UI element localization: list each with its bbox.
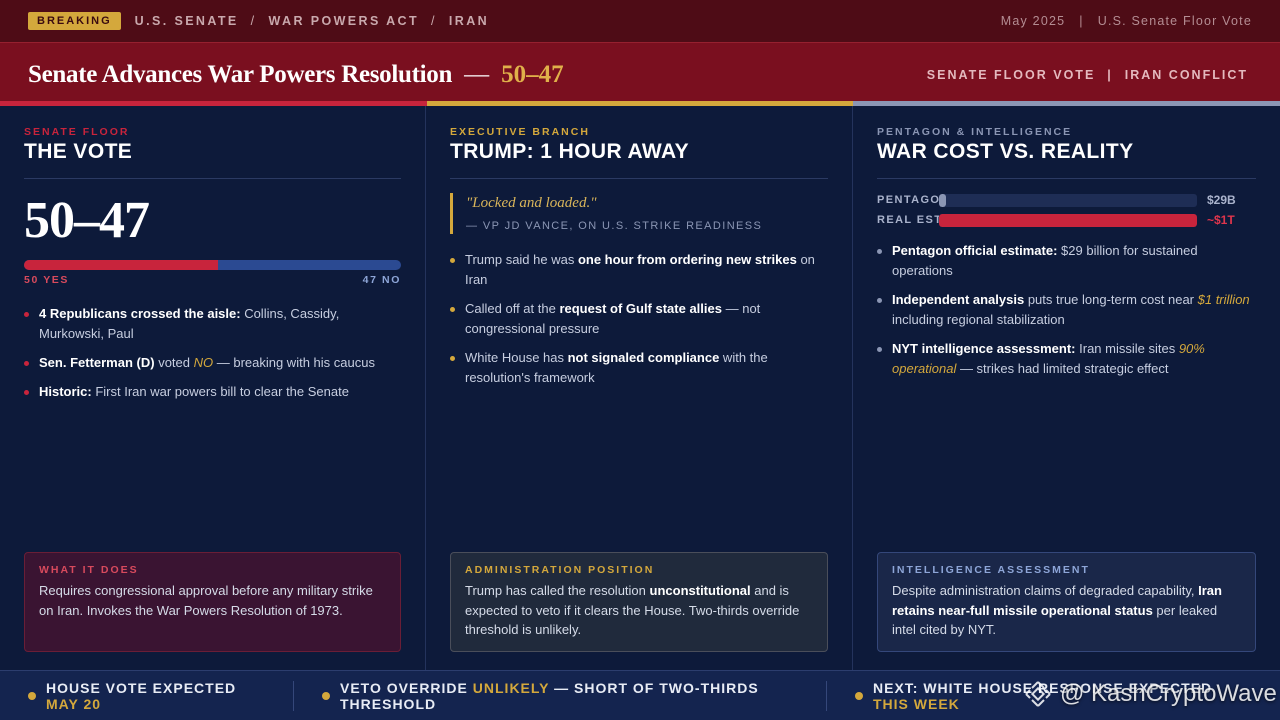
what-it-does-box: WHAT IT DOES Requires congressional appr… <box>24 552 401 652</box>
header-tags: SENATE FLOOR VOTE | IRAN CONFLICT <box>927 68 1248 82</box>
list-item: Called off at the request of Gulf state … <box>450 299 828 339</box>
ticker-text: HOUSE VOTE EXPECTED MAY 20 <box>46 680 237 712</box>
cost-fill-pentagon <box>939 193 947 207</box>
headline-score: 50–47 <box>501 60 564 88</box>
cost-track <box>939 213 1197 227</box>
list-item: Sen. Fetterman (D) voted NO — breaking w… <box>24 353 401 373</box>
breadcrumb-iran[interactable]: IRAN <box>449 14 489 28</box>
vote-split-yes-fill <box>24 260 219 270</box>
breadcrumb-war-powers[interactable]: WAR POWERS ACT <box>269 14 420 28</box>
vote-column: SENATE FLOOR THE VOTE 50–47 50 YES 47 NO… <box>0 106 426 670</box>
title-dash: — <box>464 60 490 88</box>
no-count-label: 47 NO <box>362 274 401 286</box>
divider <box>24 178 401 179</box>
divider <box>877 178 1256 179</box>
cost-value: ~$1T <box>1207 213 1235 227</box>
page-title: Senate Advances War Powers Resolution <box>28 60 453 88</box>
vote-title: THE VOTE <box>24 140 133 163</box>
vote-bullet-list: 4 Republicans crossed the aisle: Collins… <box>24 304 401 402</box>
divider <box>450 178 828 179</box>
exec-title: TRUMP: 1 HOUR AWAY <box>450 140 689 163</box>
bullet-dot-icon <box>28 692 36 700</box>
bullet-dot-icon <box>855 692 863 700</box>
ticker-item-veto-override: VETO OVERRIDE UNLIKELY — SHORT OF TWO-TH… <box>322 671 759 720</box>
box-title: WHAT IT DOES <box>39 564 139 576</box>
cost-column: PENTAGON & INTELLIGENCE WAR COST VS. REA… <box>853 106 1280 670</box>
list-item: Trump said he was one hour from ordering… <box>450 250 828 290</box>
cost-label: PENTAGON <box>877 194 939 206</box>
headline-banner: Senate Advances War Powers Resolution — … <box>0 42 1280 106</box>
box-body: Despite administration claims of degrade… <box>892 583 1222 637</box>
box-title: ADMINISTRATION POSITION <box>465 564 655 576</box>
tag-separator: | <box>1107 67 1113 82</box>
cost-row-real-estimate: REAL EST. ~$1T <box>877 213 1256 227</box>
top-bar: BREAKING U.S. SENATE / WAR POWERS ACT / … <box>0 0 1280 42</box>
binance-logo-icon <box>1025 681 1051 707</box>
top-meta: May 2025 | U.S. Senate Floor Vote <box>1001 14 1252 28</box>
box-body: Trump has called the resolution unconsti… <box>465 583 800 637</box>
vote-kicker: SENATE FLOOR <box>24 126 130 138</box>
exec-bullet-list: Trump said he was one hour from ordering… <box>450 250 828 388</box>
ticker-item-house-vote: HOUSE VOTE EXPECTED MAY 20 <box>28 671 236 720</box>
vote-split-bar <box>24 260 401 270</box>
quote-text: "Locked and loaded." <box>466 195 597 211</box>
executive-column: EXECUTIVE BRANCH TRUMP: 1 HOUR AWAY "Loc… <box>426 106 853 670</box>
breadcrumb-separator: / <box>431 14 437 28</box>
breadcrumb-senate[interactable]: U.S. SENATE <box>135 14 239 28</box>
cost-track <box>939 193 1197 207</box>
cost-value: $29B <box>1207 193 1236 207</box>
yes-count-label: 50 YES <box>24 274 70 286</box>
ticker-divider <box>293 681 294 711</box>
cost-bullet-list: Pentagon official estimate: $29 billion … <box>877 241 1256 379</box>
cost-label: REAL EST. <box>877 214 939 226</box>
bullet-dot-icon <box>322 692 330 700</box>
tag-iran-conflict: IRAN CONFLICT <box>1124 67 1248 82</box>
quote-attribution: — VP JD VANCE, ON U.S. STRIKE READINESS <box>466 220 763 232</box>
breadcrumb-separator: / <box>250 14 257 28</box>
list-item: NYT intelligence assessment: Iran missil… <box>877 339 1256 379</box>
meta-separator: | <box>1079 14 1084 28</box>
date-label: May 2025 <box>1000 14 1066 28</box>
box-body: Requires congressional approval before a… <box>39 583 373 618</box>
list-item: White House has not signaled compliance … <box>450 348 828 388</box>
pull-quote: "Locked and loaded." — VP JD VANCE, ON U… <box>450 193 828 234</box>
source-label: U.S. Senate Floor Vote <box>1097 14 1252 28</box>
list-item: Pentagon official estimate: $29 billion … <box>877 241 1256 281</box>
administration-position-box: ADMINISTRATION POSITION Trump has called… <box>450 552 828 652</box>
intelligence-assessment-box: INTELLIGENCE ASSESSMENT Despite administ… <box>877 552 1256 652</box>
watermark-handle: @ KashCryptoWave <box>1060 680 1277 707</box>
cost-title: WAR COST VS. REALITY <box>877 140 1134 163</box>
cost-row-pentagon: PENTAGON $29B <box>877 193 1256 207</box>
breaking-badge: BREAKING <box>28 12 121 30</box>
cost-fill-real-estimate <box>939 213 1197 227</box>
cost-comparison-bars: PENTAGON $29B REAL EST. ~$1T <box>877 193 1256 227</box>
cost-kicker: PENTAGON & INTELLIGENCE <box>877 126 1073 138</box>
list-item: Historic: First Iran war powers bill to … <box>24 382 401 402</box>
vote-score: 50–47 <box>24 192 150 249</box>
list-item: Independent analysis puts true long-term… <box>877 290 1256 330</box>
list-item: 4 Republicans crossed the aisle: Collins… <box>24 304 401 344</box>
ticker-text: VETO OVERRIDE UNLIKELY — SHORT OF TWO-TH… <box>340 680 759 712</box>
ticker-divider <box>826 681 827 711</box>
vote-split-labels: 50 YES 47 NO <box>24 274 401 286</box>
tag-senate-floor-vote: SENATE FLOOR VOTE <box>926 67 1096 82</box>
box-title: INTELLIGENCE ASSESSMENT <box>892 564 1090 576</box>
exec-kicker: EXECUTIVE BRANCH <box>450 126 590 138</box>
breadcrumb: U.S. SENATE / WAR POWERS ACT / IRAN <box>135 14 489 28</box>
watermark: @ KashCryptoWave <box>1024 676 1277 712</box>
